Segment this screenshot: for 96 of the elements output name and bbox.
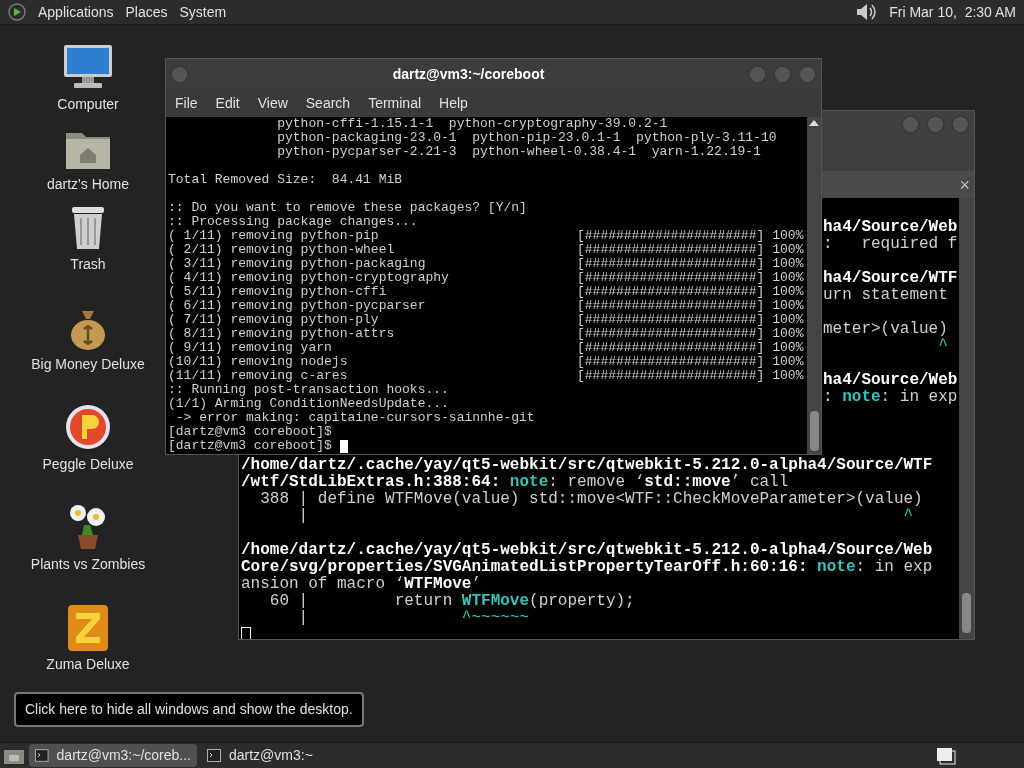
percent-text: 100% bbox=[772, 257, 804, 271]
window-control-button[interactable] bbox=[901, 115, 920, 134]
terminal-line: Core/svg/properties/SVGAnimatedListPropertyTearOff.h:60:16: note: in exp bbox=[241, 559, 934, 576]
menu-item[interactable]: Edit bbox=[215, 92, 240, 114]
menu-item[interactable]: Help bbox=[439, 92, 468, 114]
terminal-line: python-cffi-1.15.1-1 python-cryptography-39.0.2-1 bbox=[276, 117, 669, 131]
scrollbar[interactable] bbox=[959, 198, 974, 639]
terminal-line: ansion of macro ‘WTFMove’ bbox=[241, 576, 483, 593]
terminal-line: python-packaging-23.0-1 python-pip-23.0.1-1 python-ply-3.11-10 bbox=[276, 131, 778, 145]
terminal-line: :: Running post-transaction hooks... bbox=[168, 383, 450, 397]
terminal-line: /wtf/StdLibExtras.h:388:64: note: remove ‘std::move’ call bbox=[241, 474, 790, 491]
terminal-line: meter>(value) bbox=[823, 321, 949, 338]
panel-menu[interactable]: System bbox=[179, 1, 227, 23]
terminal-line: ( 9/11) removing yarn bbox=[168, 341, 333, 355]
terminal-line: : required f bbox=[823, 236, 959, 253]
menu-item[interactable]: File bbox=[175, 92, 198, 114]
panel-menu[interactable]: Places bbox=[125, 1, 168, 23]
percent-text: 100% bbox=[772, 369, 804, 383]
percent-text: 100% bbox=[772, 229, 804, 243]
terminal-line: ( 7/11) removing python-ply bbox=[168, 313, 380, 327]
percent-text: 100% bbox=[772, 285, 804, 299]
progress-text: [######################] bbox=[577, 341, 765, 355]
desktop-icon-label[interactable]: Computer bbox=[57, 94, 119, 115]
window-control-button[interactable] bbox=[951, 115, 970, 134]
percent-text: 100% bbox=[772, 243, 804, 257]
terminal-line: ( 3/11) removing python-packaging bbox=[168, 257, 427, 271]
terminal-line: ( 5/11) removing python-cffi bbox=[168, 285, 388, 299]
desktop-icon-label[interactable]: Peggle Deluxe bbox=[42, 454, 134, 475]
progress-text: [######################] bbox=[577, 369, 765, 383]
progress-text: [######################] bbox=[577, 271, 765, 285]
terminal-line: Total Removed Size: 84.41 MiB bbox=[168, 173, 404, 187]
scrollbar[interactable] bbox=[807, 117, 821, 454]
volume-icon[interactable] bbox=[855, 2, 878, 22]
progress-text: [######################] bbox=[577, 285, 765, 299]
progress-text: [######################] bbox=[577, 299, 765, 313]
logo-icon[interactable] bbox=[8, 3, 26, 21]
terminal-icon bbox=[35, 749, 49, 762]
percent-text: 100% bbox=[772, 299, 804, 313]
progress-text: [######################] bbox=[577, 313, 765, 327]
progress-text: [######################] bbox=[577, 355, 765, 369]
workspace-icon[interactable] bbox=[936, 746, 956, 765]
percent-text: 100% bbox=[772, 313, 804, 327]
computer-icon bbox=[62, 43, 114, 91]
terminal-line: python-pycparser-2.21-3 python-wheel-0.38.4-1 yarn-1.22.19-1 bbox=[276, 145, 762, 159]
terminal-line: ( 8/11) removing python-attrs bbox=[168, 327, 396, 341]
desktop-icon-label[interactable]: Big Money Deluxe bbox=[31, 354, 145, 375]
window-title: dartz@vm3:~/coreboot bbox=[391, 64, 546, 84]
percent-text: 100% bbox=[772, 355, 804, 369]
terminal-line: ha4/Source/Web bbox=[823, 219, 959, 236]
terminal-line: ( 1/11) removing python-pip bbox=[168, 229, 380, 243]
clock[interactable]: Fri Mar 10, 2:30 AM bbox=[889, 1, 1016, 23]
terminal-line: [dartz@vm3 coreboot]$ bbox=[168, 439, 332, 453]
taskbar-button[interactable]: dartz@vm3:~/coreb... bbox=[29, 744, 197, 767]
desktop-icon-label[interactable]: Trash bbox=[70, 254, 106, 275]
terminal-line: ha4/Source/Web bbox=[823, 372, 959, 389]
percent-text: 100% bbox=[772, 271, 804, 285]
panel-menu[interactable]: Applications bbox=[38, 1, 114, 23]
zuma-tile-icon bbox=[68, 605, 108, 651]
terminal-line: (11/11) removing c-ares bbox=[168, 369, 349, 383]
terminal-line: :: Processing package changes... bbox=[168, 215, 419, 229]
terminal-line: ha4/Source/WTF bbox=[823, 270, 959, 287]
window-control-button[interactable] bbox=[926, 115, 945, 134]
terminal-line: : note: in exp bbox=[823, 389, 959, 406]
terminal-line: ( 2/11) removing python-wheel bbox=[168, 243, 396, 257]
terminal-line: /home/dartz/.cache/yay/qt5-webkit/src/qtwebkit-5.212.0-alpha4/Source/WTF bbox=[241, 457, 934, 474]
terminal-line: [dartz@vm3 coreboot]$ bbox=[168, 425, 333, 439]
game-ball-icon bbox=[64, 403, 112, 451]
terminal-icon bbox=[207, 749, 221, 762]
desktop-icon-label[interactable]: Plants vs Zombies bbox=[30, 554, 146, 575]
menu-item[interactable]: Terminal bbox=[368, 92, 422, 114]
terminal-line: 60 | return WTFMove(property); bbox=[268, 593, 636, 610]
terminal-line: :: Do you want to remove these packages? [Y/n] bbox=[168, 201, 528, 215]
progress-text: [######################] bbox=[577, 257, 765, 271]
terminal-line: urn statement bbox=[823, 287, 949, 304]
terminal-line: (10/11) removing nodejs bbox=[168, 355, 349, 369]
taskbar-button[interactable]: dartz@vm3:~ bbox=[201, 744, 369, 767]
terminal-line: /home/dartz/.cache/yay/qt5-webkit/src/qtwebkit-5.212.0-alpha4/Source/Web bbox=[241, 542, 934, 559]
progress-text: [######################] bbox=[577, 327, 765, 341]
close-tab-button[interactable]: × bbox=[959, 175, 970, 194]
terminal-line: ^ bbox=[937, 338, 949, 355]
terminal-line: -> error making: capitaine-cursors-sainnhe-git bbox=[174, 411, 536, 425]
percent-text: 100% bbox=[772, 341, 804, 355]
terminal-line: | ^ bbox=[297, 508, 915, 525]
percent-text: 100% bbox=[772, 327, 804, 341]
terminal-line: ( 4/11) removing python-cryptography bbox=[168, 271, 450, 285]
menu-item[interactable]: View bbox=[257, 92, 288, 114]
tooltip: Click here to hide all windows and show the desktop. bbox=[14, 692, 364, 727]
progress-text: [######################] bbox=[577, 229, 765, 243]
terminal-line: (1/1) Arming ConditionNeedsUpdate... bbox=[168, 397, 450, 411]
progress-text: [######################] bbox=[577, 243, 765, 257]
terminal-line: 388 | define WTFMove(value) std::move<WTF::CheckMoveParameter>(value) bbox=[259, 491, 924, 508]
menu-item[interactable]: Search bbox=[305, 92, 351, 114]
desktop-icon-label[interactable]: Zuma Deluxe bbox=[46, 654, 130, 675]
terminal-line: | ^~~~~~~ bbox=[297, 610, 531, 627]
terminal-line: ( 6/11) removing python-pycparser bbox=[168, 299, 427, 313]
desktop-icon-label[interactable]: dartz's Home bbox=[47, 174, 129, 195]
